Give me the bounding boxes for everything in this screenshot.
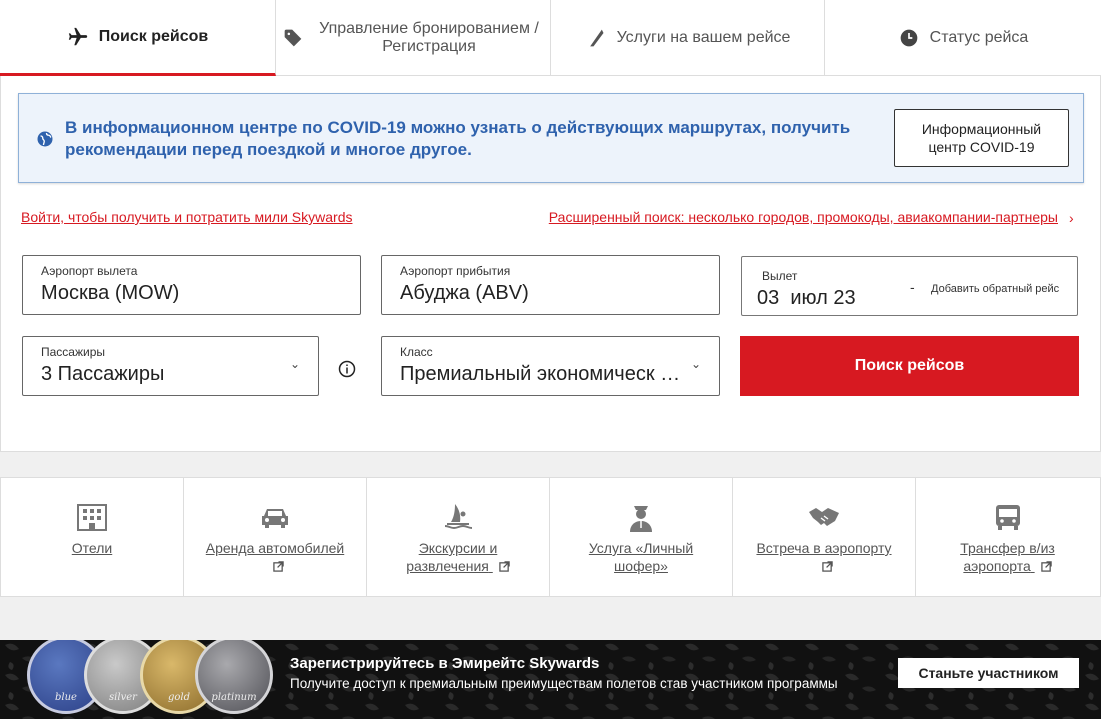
- join-skywards-button[interactable]: Станьте участником: [898, 658, 1079, 688]
- field-label: Аэропорт прибытия: [400, 264, 511, 278]
- service-label: Встреча в аэропорту: [756, 540, 892, 556]
- chauffeur-icon: [624, 502, 658, 532]
- tab-label: Поиск рейсов: [98, 27, 209, 45]
- service-label: Отели: [71, 540, 113, 556]
- main-tabs: Поиск рейсов Управление бронированием / …: [0, 0, 1101, 76]
- departure-date-field[interactable]: Вылет 03 июл 23 - Добавить обратный рейс: [741, 256, 1078, 316]
- field-label: Аэропорт вылета: [41, 264, 138, 278]
- skywards-banner: blue silver gold platinum Зарегистрируйт…: [0, 640, 1101, 719]
- handshake-icon: [807, 502, 841, 532]
- tab-label: Услуги на вашем рейсе: [616, 29, 791, 46]
- banner-subtitle: Получите доступ к премиальным преимущест…: [290, 676, 838, 691]
- tab-manage-booking[interactable]: Управление бронированием / Регистрация: [276, 0, 551, 76]
- info-icon[interactable]: [338, 360, 356, 378]
- hotel-icon: [75, 502, 109, 532]
- windsurf-icon: [441, 502, 475, 532]
- car-icon: [258, 502, 292, 532]
- service-label: Аренда автомобилей: [205, 540, 345, 556]
- field-label: Пассажиры: [41, 345, 106, 359]
- date-separator: -: [910, 279, 915, 295]
- external-link-icon: [821, 561, 833, 572]
- flight-search-panel: В информационном центре по COVID-19 можн…: [0, 76, 1101, 452]
- field-value: Абуджа (ABV): [400, 282, 529, 304]
- field-value: 03 июл 23: [757, 287, 856, 309]
- arrival-airport-field[interactable]: Аэропорт прибытия Абуджа (ABV): [381, 255, 720, 315]
- field-value: Москва (MOW): [41, 282, 180, 304]
- bus-icon: [991, 502, 1025, 532]
- departure-airport-field[interactable]: Аэропорт вылета Москва (MOW): [22, 255, 361, 315]
- field-value: Премиальный экономическ …: [400, 363, 681, 385]
- tag-icon: [282, 27, 304, 49]
- service-transfer[interactable]: Трансфер в/из аэропорта: [916, 478, 1099, 596]
- seat-icon: [585, 27, 607, 49]
- field-value: 3 Пассажиры: [41, 363, 165, 385]
- field-label: Вылет: [762, 269, 798, 283]
- plane-icon: [67, 26, 89, 48]
- tab-onboard-services[interactable]: Услуги на вашем рейсе: [551, 0, 825, 76]
- service-chauffeur[interactable]: Услуга «Личный шофер»: [550, 478, 733, 596]
- login-link[interactable]: Войти, чтобы получить и потратить мили S…: [21, 209, 352, 225]
- passengers-select[interactable]: Пассажиры 3 Пассажиры ⌄: [22, 336, 319, 396]
- cabin-class-select[interactable]: Класс Премиальный экономическ … ⌄: [381, 336, 720, 396]
- covid-message: В информационном центре по COVID-19 можн…: [65, 118, 851, 159]
- clock-icon: [898, 27, 920, 49]
- advanced-search-link[interactable]: Расширенный поиск: несколько городов, пр…: [549, 209, 1058, 225]
- banner-title: Зарегистрируйтесь в Эмирейтс Skywards: [290, 655, 600, 672]
- chevron-down-icon: ⌄: [289, 357, 300, 371]
- chevron-down-icon: ⌄: [690, 357, 701, 371]
- covid-notice: В информационном центре по COVID-19 можн…: [18, 93, 1084, 183]
- search-flights-button[interactable]: Поиск рейсов: [740, 336, 1079, 396]
- service-airport-meeting[interactable]: Встреча в аэропорту: [733, 478, 916, 596]
- chevron-right-icon: ›: [1069, 210, 1074, 226]
- tab-label: Статус рейса: [929, 29, 1029, 46]
- external-link-icon: [1040, 561, 1052, 572]
- covid-info-button[interactable]: Информационный центр COVID-19: [894, 109, 1069, 167]
- service-excursions[interactable]: Экскурсии и развлечения: [367, 478, 550, 596]
- field-label: Класс: [400, 345, 433, 359]
- services-bar: Отели Аренда автомобилей Экскурсии и раз…: [0, 477, 1101, 597]
- service-car-rental[interactable]: Аренда автомобилей: [184, 478, 367, 596]
- medal-platinum: platinum: [195, 640, 273, 714]
- service-label: Услуга «Личный шофер»: [588, 540, 694, 574]
- add-return-flight[interactable]: Добавить обратный рейс: [931, 283, 1059, 295]
- service-hotels[interactable]: Отели: [1, 478, 184, 596]
- tab-label: Управление бронированием / Регистрация: [319, 20, 539, 55]
- globe-icon: [36, 130, 54, 148]
- external-link-icon: [272, 561, 284, 572]
- tab-flight-status[interactable]: Статус рейса: [825, 0, 1101, 76]
- tab-flight-search[interactable]: Поиск рейсов: [0, 0, 276, 76]
- external-link-icon: [499, 561, 510, 572]
- service-label: Экскурсии и развлечения: [406, 540, 498, 574]
